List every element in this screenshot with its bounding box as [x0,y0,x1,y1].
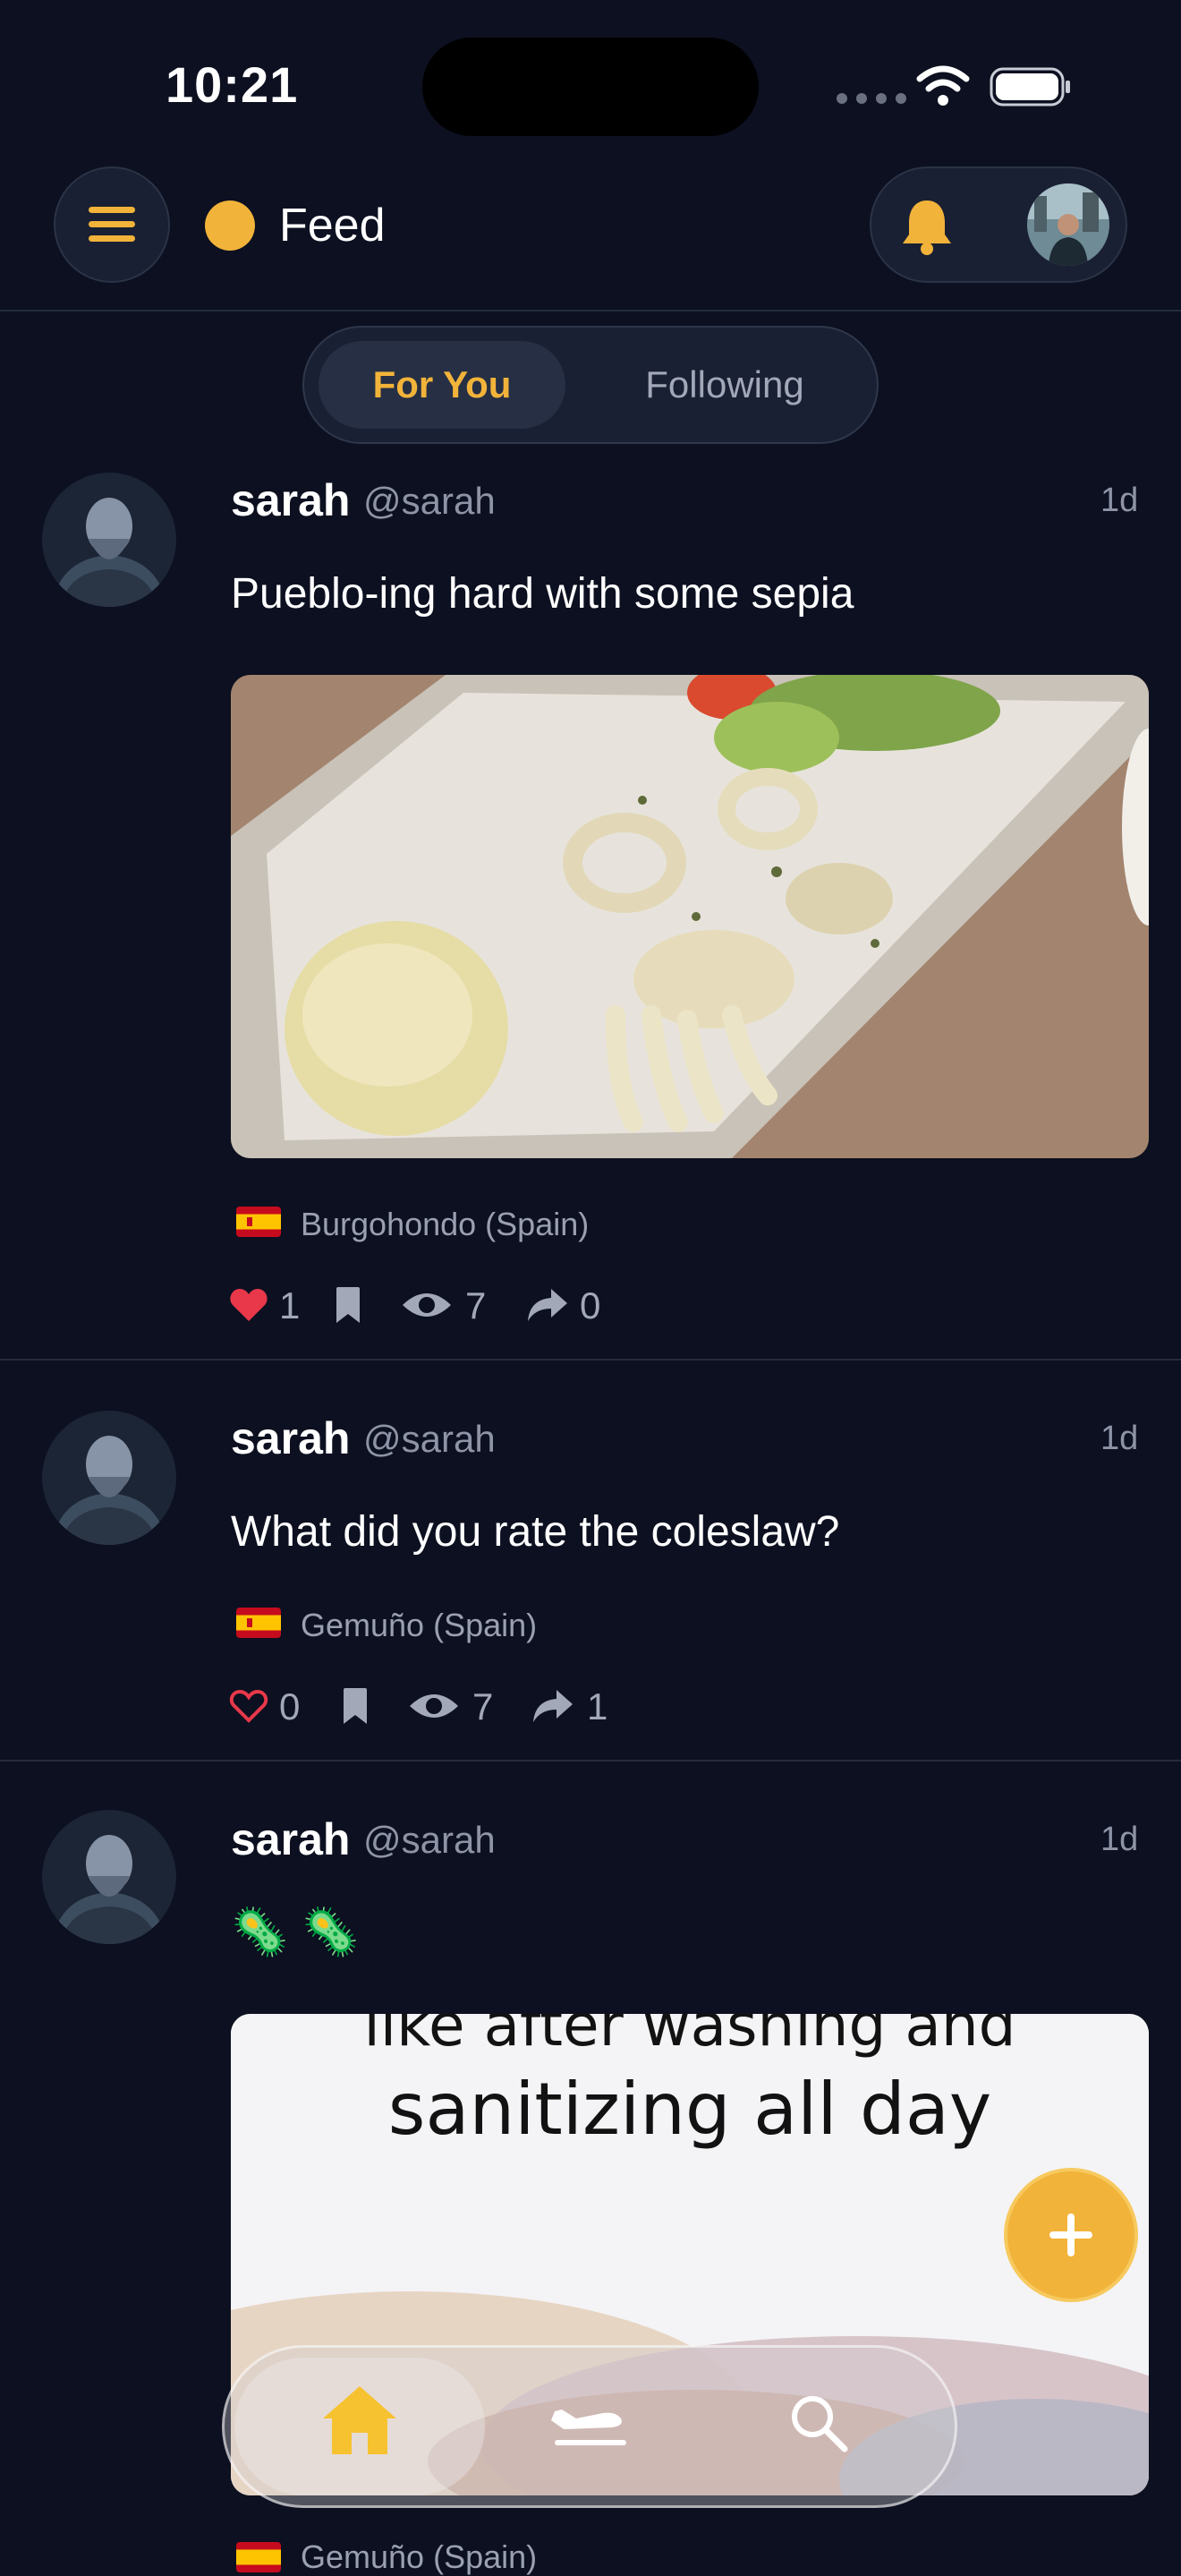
eye-icon [403,1293,451,1317]
status-dot [205,200,255,251]
view-count: 7 [472,1685,494,1727]
post-author-name[interactable]: sarah [231,474,350,526]
bookmark-icon[interactable] [335,1285,361,1325]
share-count: 0 [580,1284,601,1326]
bell-icon[interactable] [900,197,954,256]
heart-outline-icon[interactable] [229,1688,268,1724]
image-caption-top: like after washing and [363,2014,1016,2060]
heart-filled-icon[interactable] [229,1287,268,1323]
menu-button[interactable] [54,166,170,283]
post-divider [0,1760,1181,1761]
post-author-handle: @sarah [363,480,496,522]
post-time: 1d [1100,482,1139,519]
post-text-virus-emoji: 🦠 🦠 [231,1906,360,1958]
dynamic-island [422,38,759,136]
header-divider [0,310,1181,311]
post-author-avatar[interactable] [42,473,176,607]
page-title: Feed [279,200,386,252]
view-count: 7 [465,1284,487,1326]
post-location[interactable]: Gemuño (Spain) [301,2538,537,2576]
image-caption: sanitizing all day [387,2068,992,2151]
eye-icon [410,1694,458,1718]
new-post-button[interactable] [1004,2168,1138,2302]
post-author-name[interactable]: sarah [231,1412,350,1464]
post-image[interactable] [231,675,1149,1158]
tab-for-you[interactable]: For You [319,341,565,429]
post-author-handle: @sarah [363,1418,496,1460]
like-count: 1 [279,1284,301,1326]
share-icon[interactable] [526,1287,569,1323]
home-icon[interactable] [319,2383,400,2458]
spain-flag-icon [236,1608,281,1638]
bookmark-icon[interactable] [342,1686,369,1726]
wifi-icon [916,65,970,106]
spain-flag-icon [236,1207,281,1237]
plane-landing-icon[interactable] [549,2395,630,2449]
search-icon[interactable] [787,2392,850,2454]
status-time: 10:21 [166,56,299,113]
profile-avatar[interactable] [1027,183,1109,266]
post-author-avatar[interactable] [42,1411,176,1545]
share-icon[interactable] [531,1688,574,1724]
like-count: 0 [279,1685,301,1727]
spain-flag-icon [236,2542,281,2572]
tab-following[interactable]: Following [608,341,841,429]
post-location[interactable]: Gemuño (Spain) [301,1607,537,1644]
post-author-avatar[interactable] [42,1810,176,1944]
post-location[interactable]: Burgohondo (Spain) [301,1206,589,1243]
post-time: 1d [1100,1420,1139,1457]
plus-icon [1049,2213,1092,2256]
post-author-handle: @sarah [363,1819,496,1861]
post-divider [0,1359,1181,1361]
hamburger-icon [89,207,135,242]
share-count: 1 [587,1685,608,1727]
post-time: 1d [1100,1821,1139,1858]
cellular-signal-icon [837,93,906,104]
post-text: What did you rate the coleslaw? [231,1508,840,1556]
battery-icon [990,67,1070,107]
post-author-name[interactable]: sarah [231,1813,350,1865]
post-text: Pueblo-ing hard with some sepia [231,570,854,618]
